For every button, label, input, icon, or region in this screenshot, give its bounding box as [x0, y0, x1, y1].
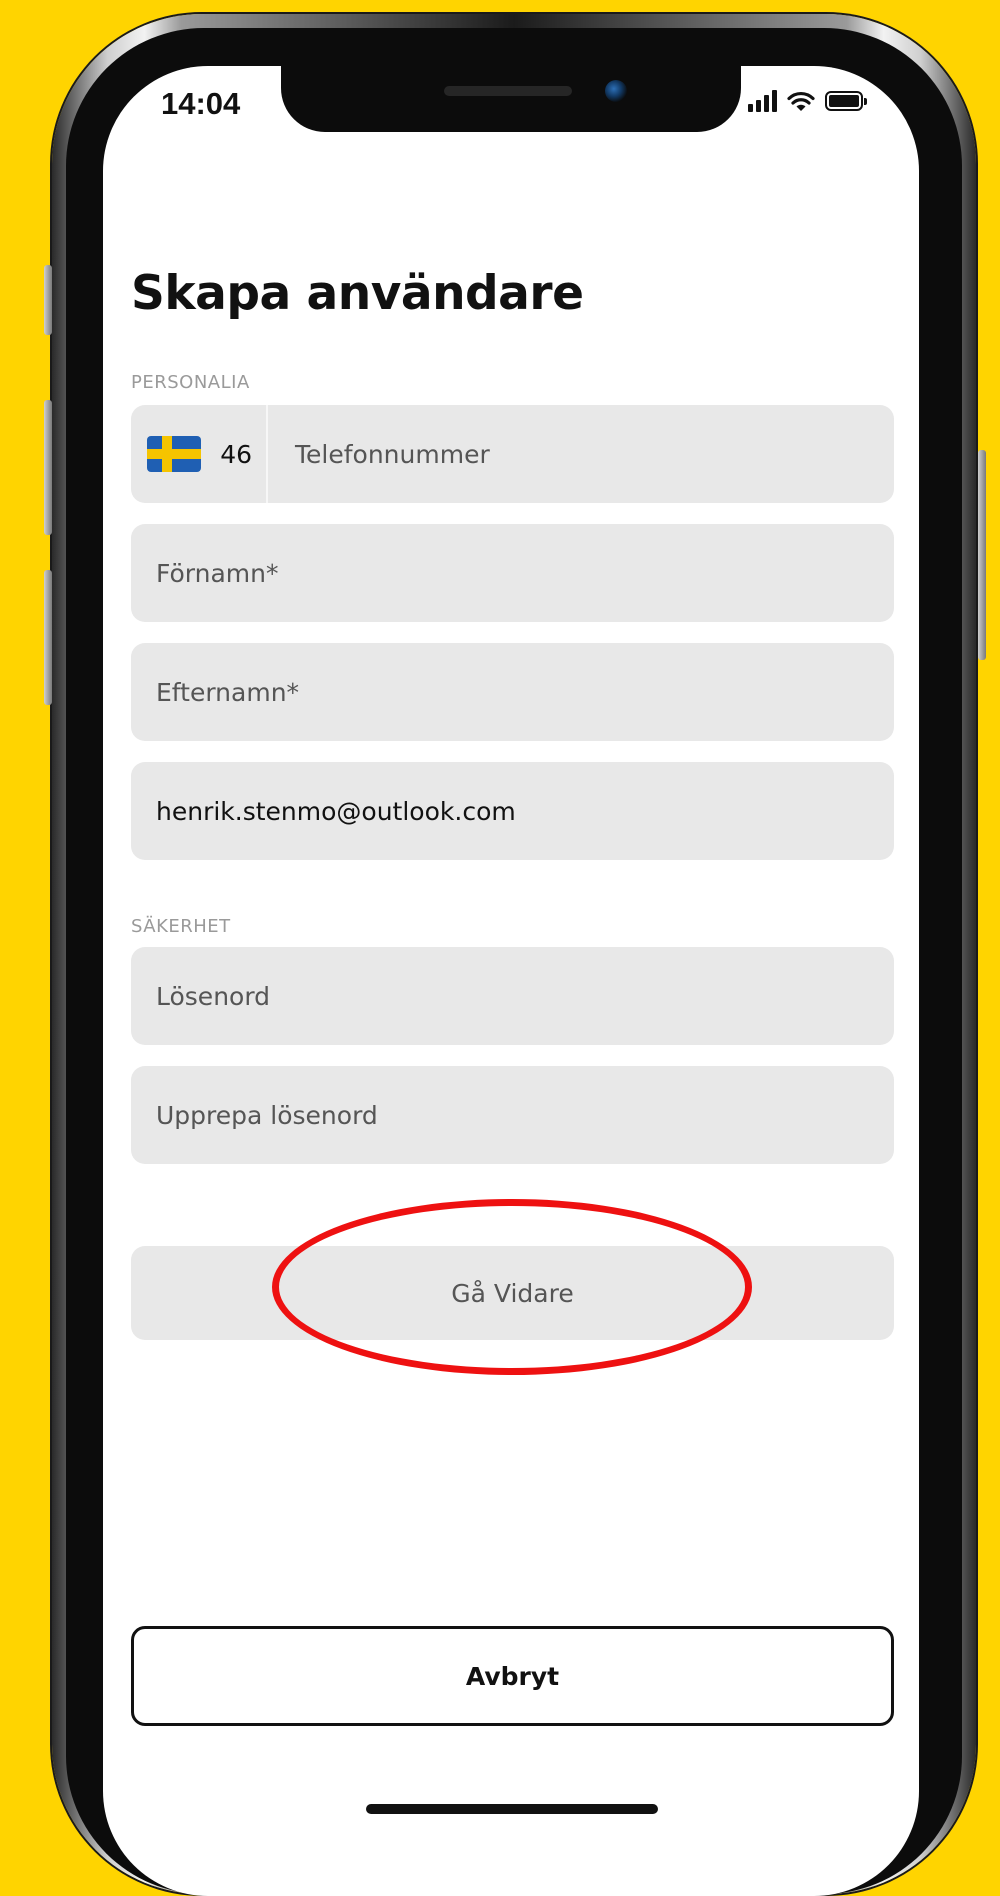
cancel-button[interactable]: Avbryt — [131, 1626, 894, 1726]
country-code-selector[interactable]: 46 — [131, 405, 268, 503]
speaker-grille — [444, 86, 572, 96]
password-field[interactable]: Lösenord — [131, 947, 894, 1045]
phone-number-field[interactable]: 46 Telefonnummer — [131, 405, 894, 503]
screen: 14:04 Skapa användare PERSONALIA 46 Tele… — [103, 66, 919, 1896]
country-code: 46 — [220, 439, 252, 469]
cellular-signal-icon — [748, 90, 777, 112]
first-name-field[interactable]: Förnamn* — [131, 524, 894, 622]
password-placeholder: Lösenord — [156, 981, 271, 1011]
email-value: henrik.stenmo@outlook.com — [156, 796, 516, 826]
email-field[interactable]: henrik.stenmo@outlook.com — [131, 762, 894, 860]
continue-button[interactable]: Gå Vidare — [131, 1246, 894, 1340]
last-name-placeholder: Efternamn* — [156, 677, 300, 707]
first-name-placeholder: Förnamn* — [156, 558, 279, 588]
status-time: 14:04 — [161, 86, 241, 121]
notch — [281, 66, 741, 132]
volume-up-button — [44, 400, 52, 535]
power-button — [978, 450, 986, 660]
section-label-personalia: PERSONALIA — [131, 372, 250, 393]
last-name-field[interactable]: Efternamn* — [131, 643, 894, 741]
battery-icon — [825, 91, 867, 111]
page-title: Skapa användare — [131, 266, 584, 321]
wifi-icon — [787, 91, 815, 111]
home-indicator[interactable] — [366, 1804, 658, 1814]
repeat-password-placeholder: Upprepa lösenord — [156, 1100, 378, 1130]
volume-down-button — [44, 570, 52, 705]
section-label-security: SÄKERHET — [131, 916, 231, 937]
phone-number-placeholder: Telefonnummer — [295, 439, 490, 469]
repeat-password-field[interactable]: Upprepa lösenord — [131, 1066, 894, 1164]
silent-switch — [44, 265, 52, 335]
front-camera-icon — [605, 80, 627, 102]
sweden-flag-icon — [147, 436, 201, 472]
status-icons — [748, 90, 867, 112]
